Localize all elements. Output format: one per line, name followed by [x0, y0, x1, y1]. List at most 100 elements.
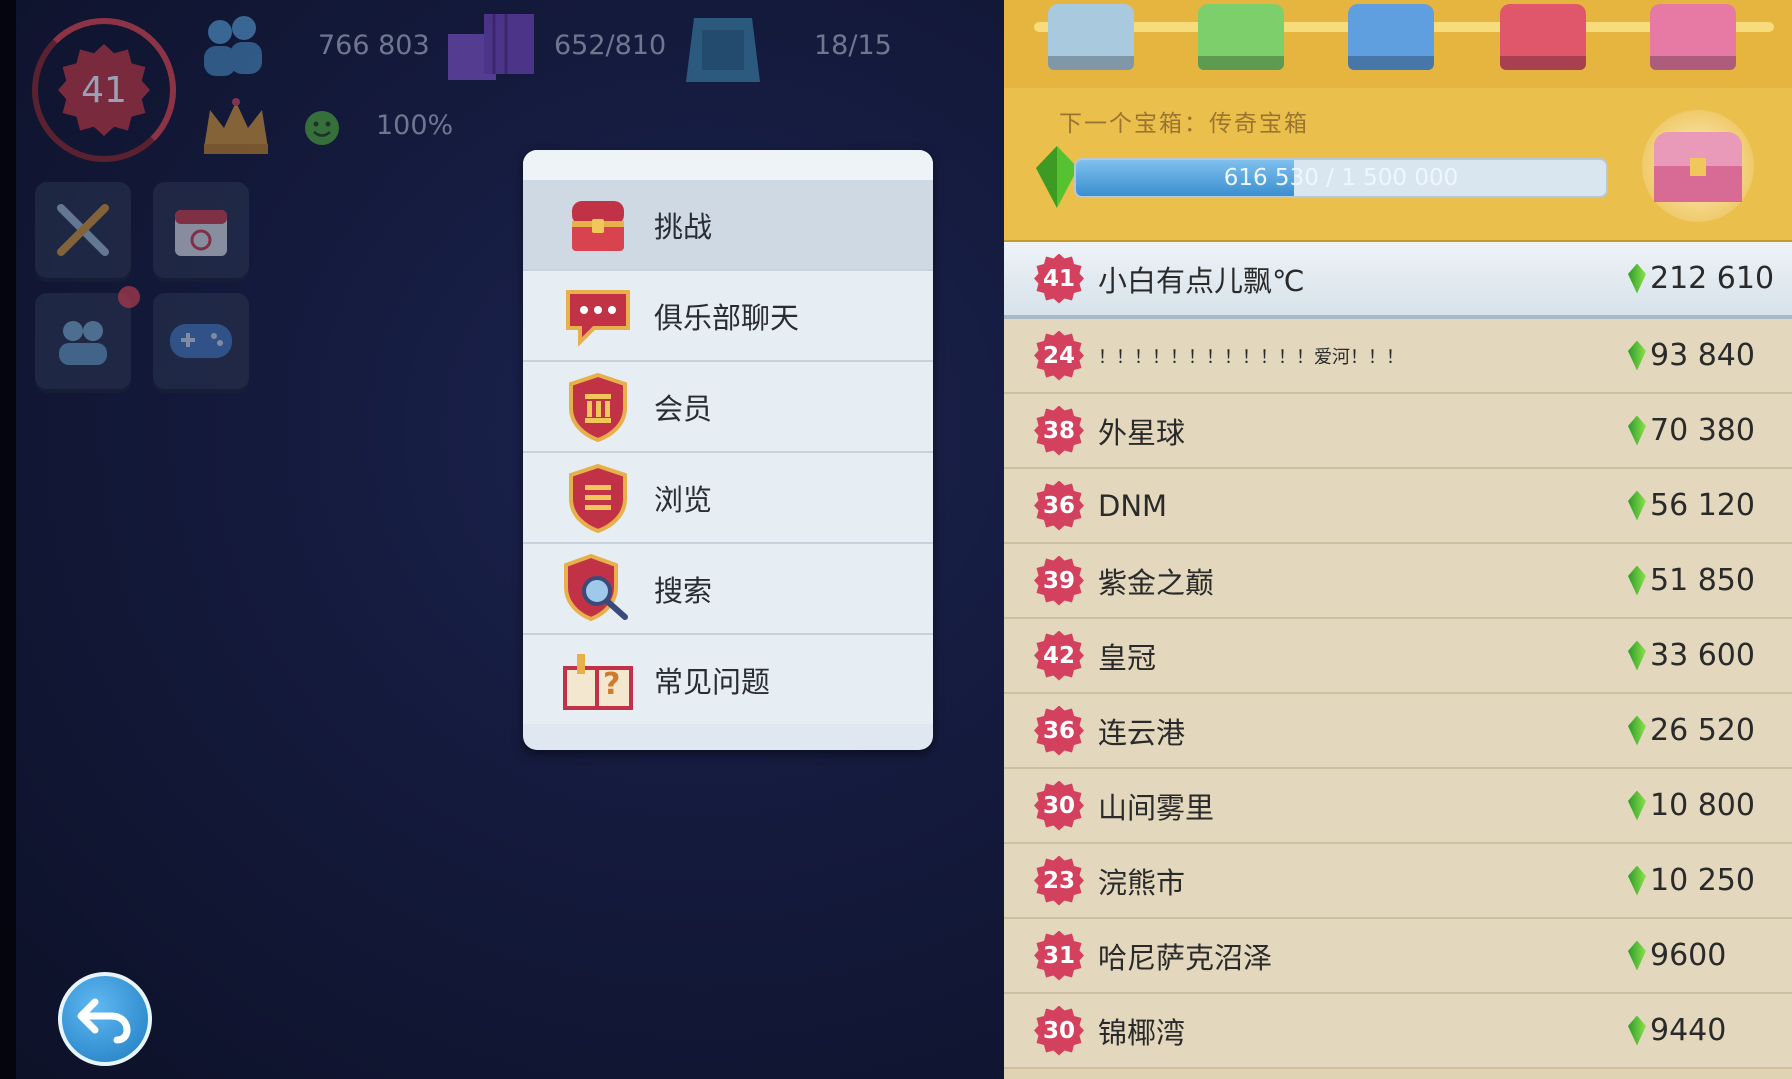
club-score: 9600: [1650, 938, 1727, 973]
club-level-badge: 38: [1034, 405, 1084, 456]
menu-item-label: 浏览: [654, 482, 713, 517]
chest-tier-1[interactable]: [1048, 4, 1134, 60]
gem-icon: [1628, 715, 1646, 746]
chest-progress-bar: 616 530 / 1 500 000: [1074, 158, 1608, 198]
leaderboard-row[interactable]: 36 连云港 26 520: [1004, 694, 1792, 769]
treasure-chest-icon: [558, 190, 638, 260]
gamepad-icon: [170, 324, 232, 358]
chat-bubble-icon: [558, 281, 638, 351]
gem-icon: [1628, 640, 1646, 671]
leaderboard-row[interactable]: 38 外星球 70 380: [1004, 394, 1792, 469]
club-name: 皇冠: [1098, 640, 1157, 675]
shield-list-icon: [558, 463, 638, 533]
calendar-icon: [175, 210, 227, 256]
leaderboard-row[interactable]: 39 紫金之巅 51 850: [1004, 544, 1792, 619]
leaderboard-row[interactable]: 24 ！！！！！！！！！！！！爱河！！！ 93 840: [1004, 319, 1792, 394]
menu-item-faq[interactable]: ? 常见问题: [523, 635, 933, 724]
question-book-icon: ?: [558, 645, 638, 715]
club-score: 51 850: [1650, 563, 1755, 598]
leaderboard-row[interactable]: 31 哈尼萨克沼泽 9600: [1004, 919, 1792, 994]
club-score: 56 120: [1650, 488, 1755, 523]
chest-tier-2[interactable]: [1198, 4, 1284, 60]
club-score: 10 800: [1650, 788, 1755, 823]
club-score: 93 840: [1650, 338, 1755, 373]
club-name: 紫金之巅: [1098, 565, 1215, 600]
menu-item-label: 常见问题: [654, 664, 771, 699]
calendar-button[interactable]: [153, 182, 249, 278]
gem-icon: [1628, 790, 1646, 821]
leaderboard-row[interactable]: 30 锦椰湾 9440: [1004, 994, 1792, 1069]
back-arrow-icon: [77, 998, 131, 1044]
club-level-badge: 23: [1034, 855, 1084, 906]
club-level-badge: 36: [1034, 480, 1084, 531]
club-name: 锦椰湾: [1098, 1015, 1186, 1050]
club-score: 9440: [1650, 1013, 1727, 1048]
club-name: DNM: [1098, 488, 1168, 523]
menu-item-browse[interactable]: 浏览: [523, 453, 933, 544]
club-score: 26 520: [1650, 713, 1755, 748]
club-level-badge: 24: [1034, 330, 1084, 381]
menu-item-label: 会员: [654, 391, 713, 426]
menu-item-label: 挑战: [654, 209, 713, 244]
club-score: 33 600: [1650, 638, 1755, 673]
gem-icon: [1628, 415, 1646, 446]
gem-icon: [1628, 263, 1646, 294]
club-level-badge: 41: [1034, 253, 1084, 304]
wrench-screwdriver-icon: [57, 204, 109, 256]
tools-button[interactable]: [35, 182, 131, 278]
gem-icon: [1628, 340, 1646, 371]
chest-reward-track: [1004, 0, 1792, 88]
club-level-badge: 36: [1034, 705, 1084, 756]
leaderboard-row[interactable]: 23 浣熊市 10 250: [1004, 844, 1792, 919]
club-name: ！！！！！！！！！！！！爱河！！！: [1098, 346, 1404, 368]
gem-icon: [1628, 1015, 1646, 1046]
building-icon: [686, 18, 760, 82]
club-level-badge: 42: [1034, 630, 1084, 681]
happiness-value: 100%: [376, 110, 454, 141]
leaderboard-panel: 下一个宝箱：传奇宝箱 616 530 / 1 500 000 41 小白有点儿飘℃…: [1004, 0, 1792, 1079]
notification-dot: [118, 286, 140, 308]
leaderboard-row[interactable]: 42 皇冠 33 600: [1004, 619, 1792, 694]
club-name: 小白有点儿飘℃: [1098, 263, 1305, 298]
menu-item-challenge[interactable]: 挑战: [523, 180, 933, 271]
club-menu: 挑战 俱乐部聊天 会员 浏览 搜索 ? 常见问题: [523, 150, 933, 750]
chest-tier-4[interactable]: [1500, 4, 1586, 60]
club-score: 10 250: [1650, 863, 1755, 898]
population-icon: [204, 16, 262, 76]
next-chest-label: 下一个宝箱：传奇宝箱: [1059, 111, 1309, 137]
menu-header: [523, 150, 933, 180]
menu-item-label: 搜索: [654, 573, 713, 608]
legendary-chest-glow: [1642, 110, 1754, 222]
menu-item-search[interactable]: 搜索: [523, 544, 933, 635]
club-name: 外星球: [1098, 415, 1186, 450]
gem-icon: [1628, 940, 1646, 971]
leaderboard-list[interactable]: 41 小白有点儿飘℃ 212 610 24 ！！！！！！！！！！！！爱河！！！ 93 84…: [1004, 242, 1792, 1069]
menu-item-label: 俱乐部聊天: [654, 300, 800, 335]
shield-bank-icon: [558, 372, 638, 442]
club-level-badge: 31: [1034, 930, 1084, 981]
leaderboard-row[interactable]: 30 山间雾里 10 800: [1004, 769, 1792, 844]
back-button[interactable]: [58, 972, 152, 1066]
club-name: 山间雾里: [1098, 790, 1215, 825]
chest-tier-5[interactable]: [1650, 4, 1736, 60]
club-level-badge: 30: [1034, 780, 1084, 831]
friends-icon: [59, 321, 107, 365]
club-score: 212 610: [1650, 261, 1775, 296]
friends-button[interactable]: [35, 293, 131, 389]
legendary-chest-lock-icon: [1690, 158, 1706, 176]
menu-item-members[interactable]: 会员: [523, 362, 933, 453]
leaderboard-row[interactable]: 36 DNM 56 120: [1004, 469, 1792, 544]
storage-value: 652/810: [554, 30, 667, 61]
chest-tier-3[interactable]: [1348, 4, 1434, 60]
happiness-face-icon: [305, 111, 339, 145]
leaderboard-row-current-club[interactable]: 41 小白有点儿飘℃ 212 610: [1004, 242, 1792, 319]
club-name: 浣熊市: [1098, 865, 1186, 900]
club-level-badge: 30: [1034, 1005, 1084, 1056]
menu-item-club-chat[interactable]: 俱乐部聊天: [523, 271, 933, 362]
svg-text:?: ?: [603, 667, 620, 702]
storage-icon: [448, 14, 534, 80]
magnifier-shield-icon: [558, 553, 638, 624]
games-button[interactable]: [153, 293, 249, 389]
club-score: 70 380: [1650, 413, 1755, 448]
next-chest-box: 下一个宝箱：传奇宝箱 616 530 / 1 500 000: [1004, 88, 1792, 244]
